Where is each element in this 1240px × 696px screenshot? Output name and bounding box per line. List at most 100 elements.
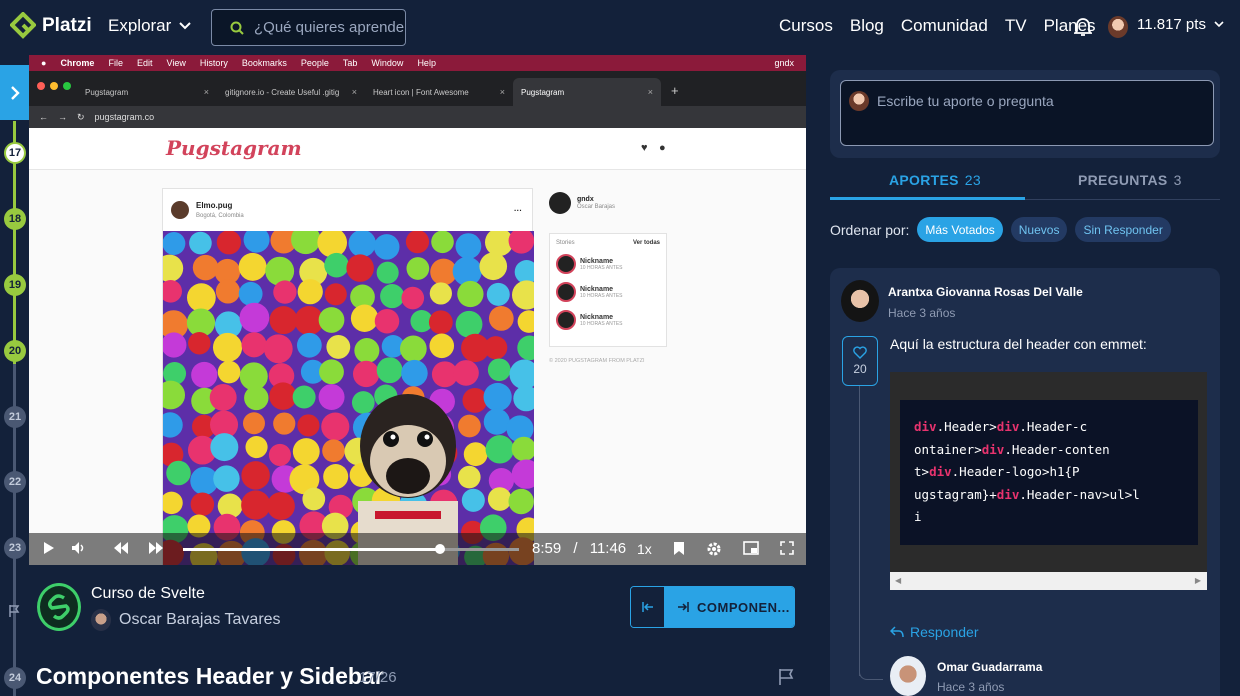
tab-aportes[interactable]: APORTES 23 [889,172,981,188]
tab-preguntas[interactable]: PREGUNTAS 3 [1078,172,1182,188]
post-header: Elmo.pug Bogotá, Colombia ··· [163,189,532,231]
maximize-dot [63,82,71,90]
nav-link-tv[interactable]: TV [1005,16,1027,36]
ball [487,358,511,382]
timeline-node[interactable]: 24 [4,667,26,689]
mac-menu-item: Help [417,58,436,68]
play-icon[interactable] [43,541,55,555]
user-points[interactable]: 11.817 pts [1137,16,1224,33]
search-input[interactable] [254,19,404,36]
story-item: Nickname 10 HORAS ANTES [556,254,660,274]
sort-options: Ordenar por: Más Votados Nuevos Sin Resp… [830,217,1171,242]
settings-gear-icon[interactable] [706,541,722,557]
time-separator: / [573,540,578,557]
close-icon: × [647,87,653,97]
code-scrollbar[interactable]: ◀ ▶ [890,572,1207,590]
explore-menu[interactable]: Explorar [108,16,192,36]
bell-icon[interactable] [1074,17,1092,37]
course-badge[interactable] [37,583,81,631]
ball [484,336,508,360]
timeline-node[interactable]: 20 [4,340,26,362]
scroll-right-icon[interactable]: ▶ [1195,576,1201,585]
picture-in-picture-icon[interactable] [743,541,759,555]
progress-knob[interactable] [434,544,445,554]
timeline-node[interactable]: 18 [4,208,26,230]
video-player[interactable]: ● Chrome File Edit View History Bookmark… [29,55,806,565]
platzi-logo[interactable]: Platzi [10,12,92,40]
browser-tab: Pugstagram × [513,78,661,106]
search-box[interactable] [211,9,406,46]
ball [483,382,512,412]
story-time: 10 HORAS ANTES [580,320,623,327]
apple-icon: ● [41,58,47,68]
timeline-node[interactable]: 17 [4,142,26,164]
heart-icon: ♥ [641,142,648,154]
pugstagram-site: Pugstagram ♥ ● Elmo.pug Bogotá, Colombia … [29,128,806,565]
user-avatar[interactable] [1108,16,1128,38]
ball [245,435,268,459]
mac-menu-item: People [300,58,329,68]
ask-field[interactable] [840,80,1214,146]
bookmark-icon[interactable] [673,541,685,556]
post-location: Bogotá, Colombia [196,213,244,219]
url-text: pugstagram.co [94,112,155,122]
fullscreen-icon[interactable] [780,541,794,555]
previous-class-button[interactable] [631,587,665,627]
comment-author[interactable]: Arantxa Giovanna Rosas Del Valle [888,285,1083,299]
reply-author[interactable]: Omar Guadarrama [937,660,1042,674]
course-title[interactable]: Curso de Svelte [91,585,205,603]
ball [273,412,296,435]
report-flag-icon[interactable] [777,668,795,686]
ball [188,331,211,355]
timeline-node[interactable]: 19 [4,274,26,296]
ball [483,408,510,435]
nav-link-blog[interactable]: Blog [850,16,884,36]
ball [217,360,241,384]
ball [238,252,267,281]
ball [455,310,483,338]
mac-menu-item: Chrome [60,58,95,68]
post-image [163,231,534,565]
teacher[interactable]: Oscar Barajas Tavares [91,609,281,631]
search-icon [230,21,244,35]
ball [265,256,295,286]
arrow-right-bar-icon [678,602,689,612]
ball [213,465,240,492]
reply-label: Responder [910,624,979,640]
rewind-icon[interactable] [113,541,129,555]
next-class-button[interactable]: COMPONEN... [665,587,794,627]
timeline-node[interactable]: 21 [4,406,26,428]
nav-link-cursos[interactable]: Cursos [779,16,833,36]
ball [346,254,374,282]
nav-link-comunidad[interactable]: Comunidad [901,16,988,36]
sort-newest[interactable]: Nuevos [1010,217,1068,242]
comment-author-avatar[interactable] [841,280,879,322]
class-title: Componentes Header y Sidebar [36,663,384,689]
ball [319,359,344,385]
sort-unanswered[interactable]: Sin Responder [1075,217,1171,242]
volume-icon[interactable] [71,541,87,555]
reply-button[interactable]: Responder [890,624,979,640]
ball [354,338,380,364]
post-user-block: Elmo.pug Bogotá, Colombia [196,201,244,219]
tab-aportes-count: 23 [964,172,981,188]
profile-user: gndx [577,196,594,203]
video-progress-bar[interactable] [183,544,519,554]
scroll-left-icon[interactable]: ◀ [895,576,901,585]
ball [323,464,349,490]
speed-button[interactable]: 1x [637,541,652,557]
sort-most-voted[interactable]: Más Votados [917,217,1003,242]
like-button[interactable]: 20 [842,336,878,386]
arrow-left-bar-icon [641,602,653,612]
mac-menu-item: History [199,58,228,68]
forward-icon[interactable] [148,541,164,555]
ball [267,492,295,520]
reply-author-avatar[interactable] [890,656,926,696]
ball [296,332,322,358]
ask-input[interactable] [877,93,1197,109]
timeline-node[interactable]: 22 [4,471,26,493]
timeline-toggle[interactable] [0,65,29,120]
timeline-node[interactable]: 23 [4,537,26,559]
ball [374,308,400,334]
platzi-logo-icon [10,12,36,39]
